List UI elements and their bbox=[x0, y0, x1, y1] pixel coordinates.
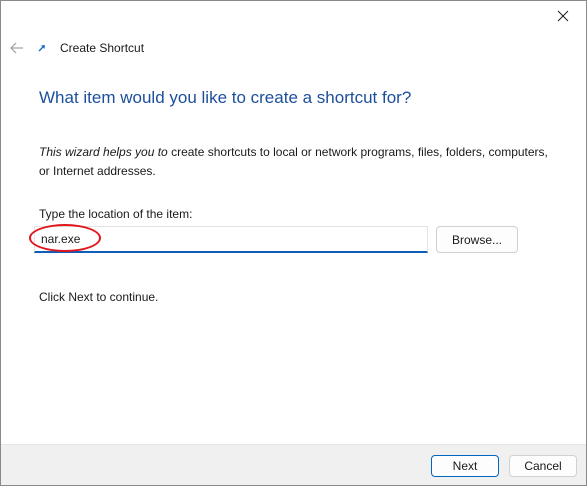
close-button[interactable] bbox=[540, 1, 586, 31]
wizard-header: Create Shortcut bbox=[1, 31, 586, 65]
window-title: Create Shortcut bbox=[60, 41, 145, 55]
wizard-footer: Next Cancel bbox=[1, 444, 586, 485]
shortcut-arrow-icon bbox=[35, 41, 49, 55]
intro-italic-text: This wizard helps you to bbox=[39, 145, 168, 159]
cancel-button[interactable]: Cancel bbox=[509, 455, 577, 477]
intro-text: This wizard helps you to create shortcut… bbox=[39, 143, 559, 181]
location-input[interactable] bbox=[34, 226, 428, 253]
page-heading: What item would you like to create a sho… bbox=[39, 88, 412, 107]
create-shortcut-window: Create Shortcut What item would you like… bbox=[0, 0, 587, 486]
back-button[interactable] bbox=[4, 35, 30, 61]
back-arrow-icon bbox=[10, 42, 23, 54]
next-button[interactable]: Next bbox=[431, 455, 499, 477]
browse-button[interactable]: Browse... bbox=[436, 226, 518, 253]
continue-instruction: Click Next to continue. bbox=[39, 290, 159, 304]
location-label: Type the location of the item: bbox=[39, 207, 193, 221]
close-icon bbox=[557, 10, 569, 22]
